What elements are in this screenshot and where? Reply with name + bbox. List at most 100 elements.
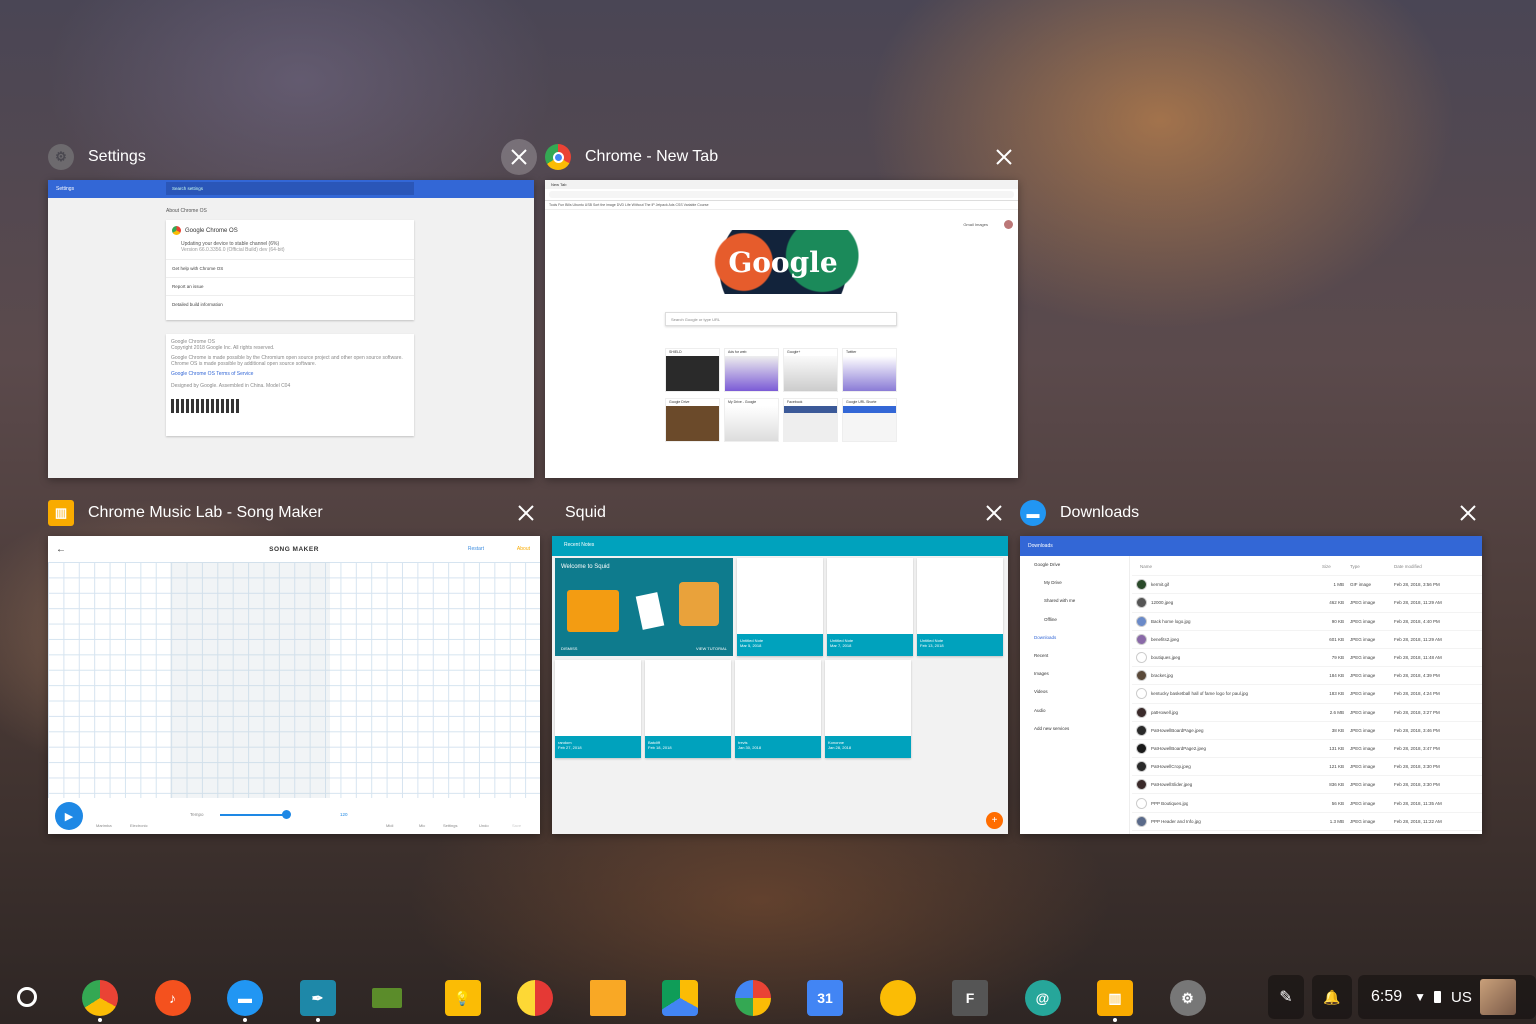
marimba-label[interactable]: Marimba [96,823,112,828]
note-card[interactable]: Untitled Note Mar 5, 2018 [737,558,823,656]
ball-icon[interactable] [517,980,553,1016]
sidebar-item-downloads[interactable]: Downloads [1020,629,1129,647]
mic-label[interactable]: Mic [419,823,425,828]
tempo-slider-handle[interactable] [282,810,291,819]
most-visited-tile[interactable]: My Drive - Google [724,398,779,442]
electronic-label[interactable]: Electronic [130,823,148,828]
most-visited-tile[interactable]: Google Drive [665,398,720,442]
view-tutorial-button[interactable]: VIEW TUTORIAL [696,646,727,651]
file-row[interactable]: kermit.gif 1 MB GIF image Feb 28, 2018, 3:5… [1132,576,1482,595]
file-row[interactable]: bracket.jpg 184 KB JPEG image Feb 28, 2018,… [1132,667,1482,686]
f-app-icon[interactable]: F [952,980,988,1016]
sidebar-item[interactable]: Recent [1020,647,1129,665]
midi-label[interactable]: Midi [386,823,393,828]
welcome-card[interactable]: Welcome to Squid DISMISS VIEW TUTORIAL [555,558,733,656]
settings-close-button[interactable] [501,139,537,175]
file-row[interactable]: Back home logo.jpg 90 KB JPEG image Feb 28,… [1132,613,1482,631]
sidebar-item[interactable]: Offline [1020,611,1129,629]
undo-label[interactable]: Undo [479,823,489,828]
most-visited-tile[interactable]: Google+ [783,348,838,392]
header-links[interactable]: Gmail Images [963,222,988,227]
sidebar-item[interactable]: Videos [1020,683,1129,701]
at-icon[interactable]: @ [1024,980,1061,1016]
file-row[interactable]: PPP Header and Info.jpg 1.3 MB JPEG image F… [1132,813,1482,831]
drive-icon[interactable] [662,980,698,1016]
piano-icon[interactable]: ▥ [1097,980,1133,1016]
notifications-button[interactable]: 🔔 [1312,975,1352,1019]
sidebar-item[interactable]: My Drive [1020,574,1129,592]
sidebar-item[interactable]: Audio [1020,702,1129,720]
note-card[interactable]: random Feb 27, 2018 [555,660,641,758]
bookmarks-bar[interactable]: Tools Fun Bills Ubuntu USB Sort the imag… [545,201,1018,210]
files-icon[interactable]: ▬ [227,980,263,1016]
music-title[interactable]: ▥ Chrome Music Lab - Song Maker [48,498,323,528]
stylus-tools-button[interactable]: ✎ [1268,975,1304,1019]
note-card[interactable]: Untitled Note Mar 7, 2018 [827,558,913,656]
pen-app-icon[interactable]: ✒ [299,980,336,1016]
file-row[interactable]: PPP Boutiques.jpg 56 KB JPEG image Feb 28, … [1132,794,1482,813]
file-row[interactable]: PatHowellBoardPage.jpeg 38 KB JPEG image Fe… [1132,722,1482,740]
downloads-close-button[interactable] [1450,495,1486,531]
about-button[interactable]: About [517,546,530,552]
note-card[interactable]: Kononne Jan 28, 2018 [825,660,911,758]
squid-thumbnail[interactable]: Recent Notes Welcome to Squid DISMISS VI… [552,536,1008,834]
music-thumbnail[interactable]: ← SONG MAKER Restart About ▶ Marimba Ele… [48,536,540,834]
avatar[interactable] [1004,220,1013,229]
build-info-row[interactable]: Detailed build information [166,295,414,313]
downloads-title[interactable]: ▬ Downloads [1020,498,1139,528]
analytics-icon[interactable] [589,980,626,1016]
settings-icon[interactable]: ⚙ [1169,980,1206,1016]
file-row[interactable]: kentucky basketball hall of fame logo fo… [1132,685,1482,704]
sidebar-item[interactable]: Google Drive [1020,556,1129,574]
music-icon[interactable]: ♪ [154,980,191,1016]
settings-label[interactable]: Settings [443,823,457,828]
note-card[interactable]: Untitled Note Feb 13, 2018 [917,558,1003,656]
file-row[interactable]: patHowell.jpg 2.6 MB JPEG image Feb 28, 201… [1132,704,1482,722]
calendar-icon[interactable]: 31 [807,980,843,1016]
file-row[interactable]: PatHowellSlider.jpeg 836 KB JPEG image Feb … [1132,776,1482,795]
downloads-thumbnail[interactable]: Downloads Google Drive My Drive Shared w… [1020,536,1482,834]
tempo-slider[interactable] [220,814,290,816]
play-button[interactable]: ▶ [55,802,83,830]
save-label[interactable]: Save [512,823,521,828]
shift-icon[interactable] [372,988,402,1008]
squid-title[interactable]: Squid [565,498,606,528]
settings-search-input[interactable]: Search settings [166,182,414,195]
note-grid[interactable] [48,562,540,798]
most-visited-tile[interactable]: Twitter [842,348,897,392]
sidebar-item[interactable]: Images [1020,665,1129,683]
terms-link[interactable]: Google Chrome OS Terms of Service [171,371,409,377]
file-row[interactable]: boutiques.jpeg 79 KB JPEG image Feb 28, 201… [1132,649,1482,668]
file-row[interactable]: PatHowellCrop.jpeg 121 KB JPEG image Feb 28… [1132,758,1482,777]
keep-icon[interactable]: 💡 [444,980,481,1016]
launcher-button[interactable] [17,987,37,1007]
file-row[interactable]: 12000.jpeg 462 KB JPEG image Feb 28, 2018, … [1132,594,1482,613]
chrome-close-button[interactable] [986,139,1022,175]
google-search-input[interactable]: Search Google or type URL [665,312,897,326]
status-area[interactable]: 6:59 ▼ US [1358,975,1536,1019]
settings-thumbnail[interactable]: Settings Search settings About Chrome OS… [48,180,534,478]
file-row[interactable]: PatHowellBoardPage2.jpeg 131 KB JPEG image… [1132,740,1482,759]
note-card[interactable]: Batcliff Feb 18, 2018 [645,660,731,758]
squid-close-button[interactable] [976,495,1012,531]
help-row[interactable]: Get help with Chrome OS [166,259,414,277]
most-visited-tile[interactable]: Google URL Shorte [842,398,897,442]
restart-button[interactable]: Restart [468,546,484,552]
chrome-icon[interactable] [82,980,118,1016]
photos-icon[interactable] [734,980,771,1016]
chrome-thumbnail[interactable]: New Tab Tools Fun Bills Ubuntu USB Sort … [545,180,1018,478]
most-visited-tile[interactable]: Ads for web [724,348,779,392]
omnibox[interactable] [545,189,1018,201]
most-visited-tile[interactable]: Facebook [783,398,838,442]
report-row[interactable]: Report an issue [166,277,414,295]
add-note-button[interactable]: + [986,812,1003,829]
sidebar-item[interactable]: Shared with me [1020,592,1129,610]
sidebar-item[interactable]: Add new services [1020,720,1129,738]
file-row[interactable]: benefits2.jpeg 601 KB JPEG image Feb 28, 20… [1132,631,1482,649]
settings-title[interactable]: ⚙ Settings [48,142,146,172]
chrome-title[interactable]: Chrome - New Tab [545,142,718,172]
dismiss-button[interactable]: DISMISS [561,646,577,651]
most-visited-tile[interactable]: SHIELD [665,348,720,392]
doodle-logo[interactable]: Google [685,230,881,294]
messages-icon[interactable] [879,980,916,1016]
